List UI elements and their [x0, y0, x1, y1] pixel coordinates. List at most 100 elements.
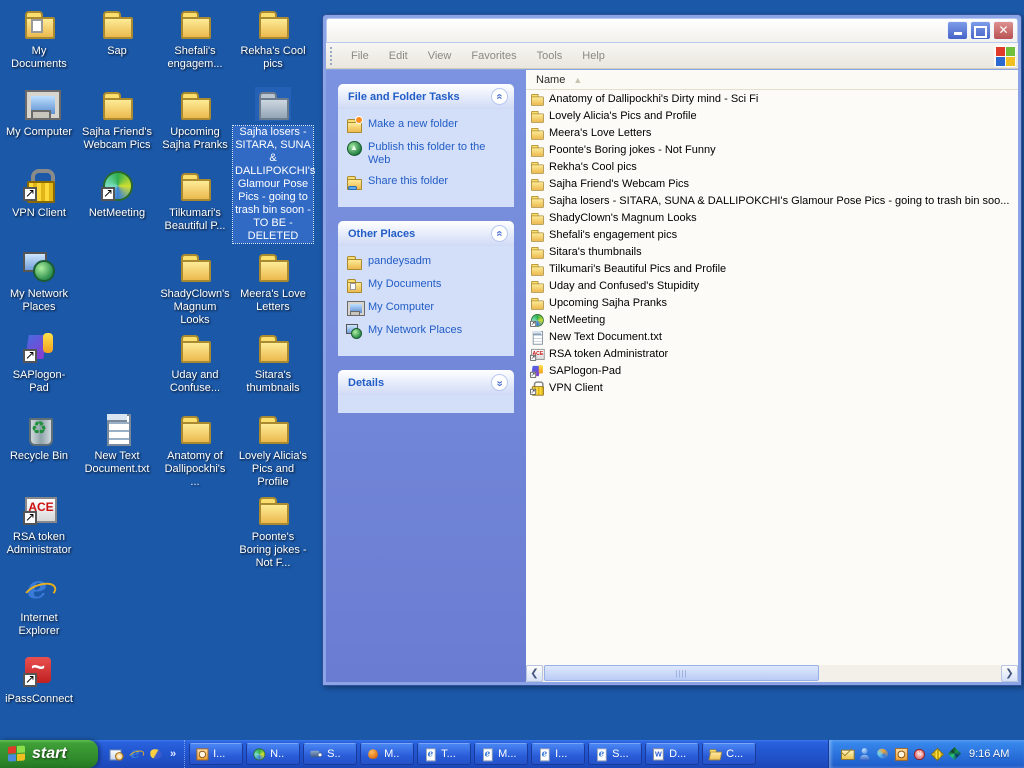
chevron-icon[interactable]: » — [491, 88, 508, 105]
task-link[interactable]: My Computer — [346, 300, 508, 316]
tray-icon[interactable] — [912, 747, 926, 761]
desktop-icon[interactable]: Rekha's Cool pics — [235, 6, 311, 71]
file-row[interactable]: ↗ NetMeeting — [526, 311, 1018, 328]
desktop-icon[interactable]: My Computer — [1, 87, 77, 139]
taskbar-window-button[interactable]: S... — [588, 743, 642, 765]
section-header[interactable]: Details » — [338, 370, 514, 395]
desktop-icon[interactable]: Upcoming Sajha Pranks — [157, 87, 233, 152]
desktop-icon[interactable]: Recycle Bin — [1, 411, 77, 463]
file-row[interactable]: Tilkumari's Beautiful Pics and Profile — [526, 260, 1018, 277]
scroll-track[interactable] — [543, 665, 1001, 682]
file-row[interactable]: Lovely Alicia's Pics and Profile — [526, 107, 1018, 124]
file-row[interactable]: Shefali's engagement pics — [526, 226, 1018, 243]
quick-launch-icon[interactable] — [148, 746, 163, 761]
desktop-icon[interactable]: Internet Explorer — [1, 573, 77, 638]
desktop-icon[interactable]: ↗ RSA token Administrator — [1, 492, 77, 557]
taskbar-clock[interactable]: 9:16 AM — [969, 748, 1009, 760]
desktop-icon[interactable]: My Documents — [1, 6, 77, 71]
menu-item[interactable]: File — [341, 46, 379, 66]
section-header[interactable]: Other Places » — [338, 221, 514, 246]
title-bar[interactable] — [326, 18, 1018, 43]
file-row[interactable]: Sitara's thumbnails — [526, 243, 1018, 260]
minimize-button[interactable] — [947, 21, 968, 40]
menu-item[interactable]: Tools — [527, 46, 573, 66]
column-header-name[interactable]: Name ▲ — [526, 70, 1018, 90]
menu-item[interactable]: Favorites — [461, 46, 526, 66]
tray-icon[interactable] — [840, 747, 854, 761]
desktop-icon[interactable]: ↗ SAPlogon-Pad — [1, 330, 77, 395]
desktop-icon[interactable]: ↗ VPN Client — [1, 168, 77, 220]
task-link[interactable]: My Network Places — [346, 323, 508, 339]
menu-grip[interactable] — [330, 47, 335, 65]
scroll-right-arrow[interactable]: ❯ — [1001, 665, 1018, 682]
desktop-icon[interactable]: ↗ NetMeeting — [79, 168, 155, 220]
taskbar-window-button[interactable]: I... — [189, 743, 243, 765]
desktop-icon[interactable]: Poonte's Boring jokes - Not F... — [235, 492, 311, 570]
taskbar-window-button[interactable]: I... — [531, 743, 585, 765]
close-button[interactable] — [993, 21, 1014, 40]
start-button[interactable]: start — [0, 740, 98, 768]
file-row[interactable]: Sajha losers - SITARA, SUNA & DALLIPOKCH… — [526, 192, 1018, 209]
menu-item[interactable]: Edit — [379, 46, 418, 66]
desktop-icon[interactable]: Anatomy of Dallipockhi's ... — [157, 411, 233, 489]
quick-launch-icon[interactable] — [108, 746, 123, 761]
desktop-icon[interactable]: Lovely Alicia's Pics and Profile — [235, 411, 311, 489]
task-link[interactable]: Make a new folder — [346, 117, 508, 133]
file-row[interactable]: Anatomy of Dallipockhi's Dirty mind - Sc… — [526, 90, 1018, 107]
file-row[interactable]: Rekha's Cool pics — [526, 158, 1018, 175]
file-row[interactable]: Meera's Love Letters — [526, 124, 1018, 141]
desktop-icon[interactable]: My Network Places — [1, 249, 77, 314]
file-row[interactable]: Upcoming Sajha Pranks — [526, 294, 1018, 311]
file-row[interactable]: ↗ RSA token Administrator — [526, 345, 1018, 362]
menu-item[interactable]: Help — [572, 46, 615, 66]
desktop-icon[interactable]: ↗ iPassConnect — [1, 654, 77, 706]
file-row[interactable]: Uday and Confused's Stupidity — [526, 277, 1018, 294]
file-icon — [530, 143, 544, 157]
scroll-left-arrow[interactable]: ❮ — [526, 665, 543, 682]
menu-item[interactable]: View — [418, 46, 462, 66]
tray-icon[interactable] — [894, 747, 908, 761]
tray-icon[interactable] — [930, 747, 944, 761]
taskbar-window-button[interactable]: N.. — [246, 743, 300, 765]
file-icon — [530, 279, 544, 293]
chevron-icon[interactable]: » — [491, 374, 508, 391]
task-link[interactable]: Publish this folder to the Web — [346, 140, 508, 167]
maximize-button[interactable] — [970, 21, 991, 40]
desktop-icon[interactable]: Sajha losers - SITARA, SUNA & DALLIPOKCH… — [235, 87, 311, 243]
tray-icon[interactable] — [948, 747, 962, 761]
taskbar-window-button[interactable]: C... — [702, 743, 756, 765]
horizontal-scrollbar[interactable]: ❮ ❯ — [526, 665, 1018, 682]
task-link[interactable]: My Documents — [346, 277, 508, 293]
taskbar-window-button[interactable]: D... — [645, 743, 699, 765]
file-row[interactable]: Sajha Friend's Webcam Pics — [526, 175, 1018, 192]
chevron-icon[interactable]: » — [491, 225, 508, 242]
taskbar-window-button[interactable]: T... — [417, 743, 471, 765]
desktop-icon[interactable]: Sajha Friend's Webcam Pics — [79, 87, 155, 152]
tray-icon[interactable] — [876, 747, 890, 761]
file-name: Shefali's engagement pics — [549, 229, 677, 241]
desktop-icon[interactable]: Sap — [79, 6, 155, 58]
file-row[interactable]: ↗ VPN Client — [526, 379, 1018, 396]
task-link[interactable]: pandeysadm — [346, 254, 508, 270]
scroll-thumb[interactable] — [544, 665, 819, 681]
taskbar-window-button[interactable]: M.. — [360, 743, 414, 765]
file-row[interactable]: ↗ SAPlogon-Pad — [526, 362, 1018, 379]
tray-icon[interactable] — [858, 747, 872, 761]
file-row[interactable]: New Text Document.txt — [526, 328, 1018, 345]
desktop-icon[interactable]: Sitara's thumbnails — [235, 330, 311, 395]
desktop-icon[interactable]: ShadyClown's Magnum Looks — [157, 249, 233, 327]
quick-launch-overflow-chevron[interactable]: » — [168, 748, 178, 760]
file-row[interactable]: ShadyClown's Magnum Looks — [526, 209, 1018, 226]
section-header[interactable]: File and Folder Tasks » — [338, 84, 514, 109]
desktop-icon-label: Internet Explorer — [1, 612, 77, 638]
taskbar-window-button[interactable]: M... — [474, 743, 528, 765]
desktop-icon[interactable]: Uday and Confuse... — [157, 330, 233, 395]
desktop-icon[interactable]: Meera's Love Letters — [235, 249, 311, 314]
taskbar-window-button[interactable]: S.. — [303, 743, 357, 765]
task-link[interactable]: Share this folder — [346, 174, 508, 190]
file-row[interactable]: Poonte's Boring jokes - Not Funny — [526, 141, 1018, 158]
quick-launch-icon[interactable] — [128, 746, 143, 761]
desktop-icon[interactable]: Shefali's engagem... — [157, 6, 233, 71]
desktop-icon[interactable]: New Text Document.txt — [79, 411, 155, 476]
desktop-icon[interactable]: Tilkumari's Beautiful P... — [157, 168, 233, 233]
